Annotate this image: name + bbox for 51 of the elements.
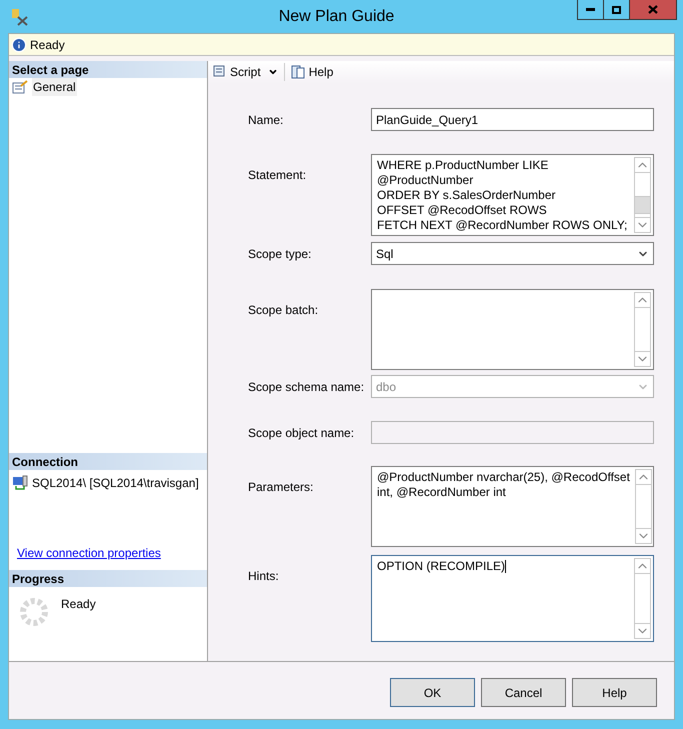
script-button[interactable]: Script (211, 63, 278, 81)
caret-icon (268, 67, 278, 77)
text-line: WHERE p.ProductNumber LIKE (377, 158, 548, 173)
dialog-button[interactable]: Cancel (481, 678, 566, 707)
section-header: Connection (9, 453, 207, 470)
text-area[interactable]: @ProductNumber nvarchar(25), @RecodOffset int, @RecordNumber int (371, 466, 654, 547)
field-label: Statement: (248, 167, 306, 184)
help-button[interactable]: Help (284, 63, 334, 81)
text-area[interactable] (371, 289, 654, 370)
field-label: Name: (248, 112, 284, 128)
app-icon (10, 6, 30, 26)
section-header: Progress (9, 570, 207, 587)
field-label: Scope object name: (248, 424, 354, 442)
window-title: New Plan Guide (278, 6, 394, 26)
text-line: OFFSET @RecodOffset ROWS (377, 203, 547, 218)
text-line: FETCH NEXT @RecordNumber ROWS ONLY; (377, 218, 628, 233)
field-label: Parameters: (248, 479, 314, 496)
close-icon (648, 5, 658, 14)
scrollbar[interactable] (634, 157, 651, 233)
scrollbar[interactable] (634, 469, 652, 544)
text-area[interactable]: WHERE p.ProductNumber LIKE @ProductNumber ORDER BY s.SalesOrderNumber OFFSET @RecodOffset ROWS FETCH NEXT @RecordNumber ROWS ONLY; (371, 154, 654, 236)
progress-text: Ready (61, 596, 96, 613)
page-item[interactable]: General (9, 78, 207, 96)
server-icon (12, 475, 28, 491)
help-book-icon (290, 64, 306, 80)
text-line: OPTION (RECOMPILE) (377, 559, 506, 574)
scrollbar[interactable] (634, 558, 651, 639)
field-label: Hints: (248, 568, 279, 585)
field-label: Scope type: (248, 246, 312, 262)
scroll-thumb[interactable] (635, 196, 650, 214)
scrollbar[interactable] (634, 292, 651, 367)
field-label: Scope batch: (248, 302, 318, 319)
page-icon (12, 80, 28, 94)
close-button[interactable] (630, 0, 677, 20)
field-label: Scope schema name: (248, 378, 364, 396)
text-line: @ProductNumber nvarchar(25), @RecodOffset (377, 470, 630, 485)
dialog-button[interactable]: OK (390, 678, 475, 707)
text-field[interactable]: PlanGuide_Query1 (371, 108, 654, 131)
status-text: Ready (30, 36, 65, 54)
dialog-button[interactable]: Help (572, 678, 657, 707)
text-area[interactable]: OPTION (RECOMPILE) (371, 555, 654, 642)
text-line: ORDER BY s.SalesOrderNumber (377, 188, 556, 203)
connection-text: SQL2014\ [SQL2014\travisgan] (32, 475, 199, 492)
spinner-icon (19, 597, 49, 627)
connection-properties-link[interactable]: View connection properties (9, 544, 207, 562)
text-line: @ProductNumber (377, 173, 474, 188)
dropdown-field[interactable]: Sql (371, 242, 654, 265)
section-header: Select a page (9, 61, 207, 78)
info-icon (11, 36, 27, 52)
minimize-button[interactable] (577, 0, 604, 20)
text-line: int, @RecordNumber int (377, 485, 506, 500)
